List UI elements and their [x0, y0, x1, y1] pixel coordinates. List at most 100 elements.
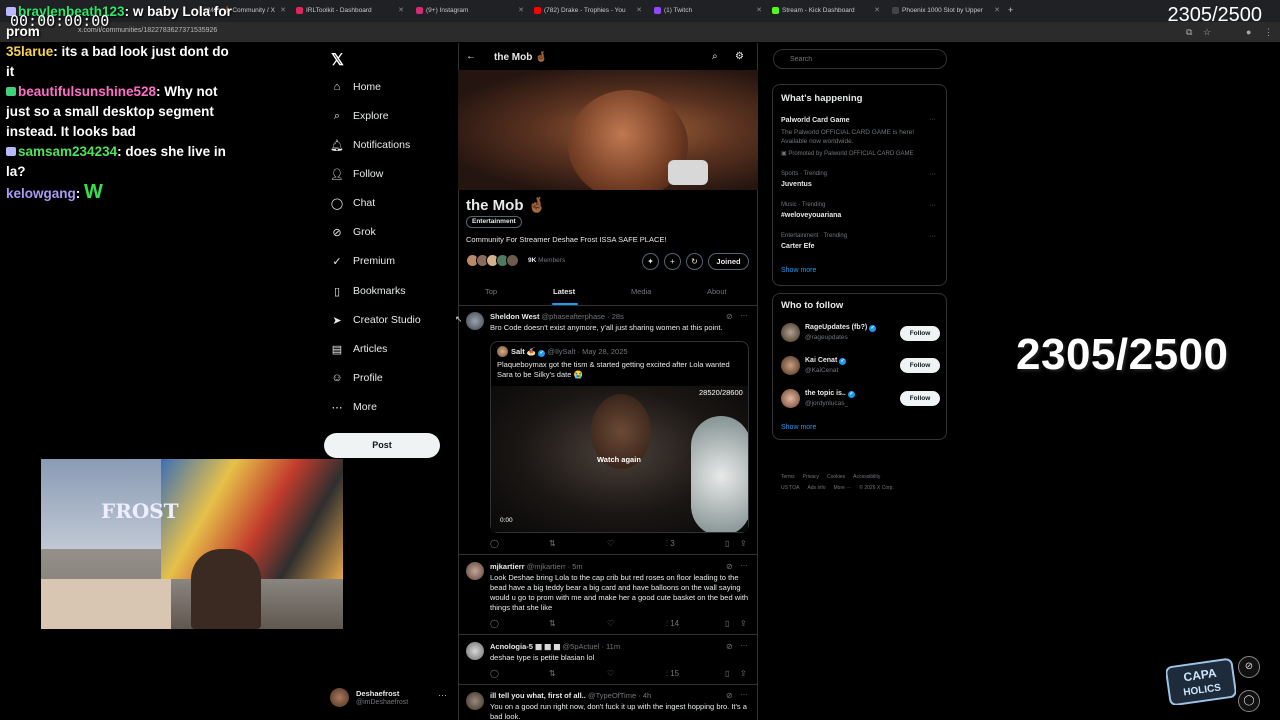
follow-button[interactable]: Follow	[900, 326, 940, 341]
nav-creator-studio[interactable]: ➤ Creator Studio	[330, 310, 420, 330]
watch-again-button[interactable]: Watch again	[597, 455, 641, 464]
x-logo-icon[interactable]: 𝕏	[331, 50, 344, 70]
account-name[interactable]: Deshaefrost	[356, 689, 399, 698]
post-author[interactable]: ill tell you what, first of all.. @TypeO…	[490, 691, 651, 700]
post-button[interactable]: Post	[324, 433, 440, 458]
views-icon[interactable]: ⫶ 15	[666, 669, 679, 679]
menu-icon[interactable]: ⋮	[1264, 27, 1273, 37]
messages-icon[interactable]: ◯	[1238, 690, 1260, 712]
nav-home[interactable]: ⌂ Home	[330, 77, 381, 97]
views-icon[interactable]: ⫶ 3	[666, 539, 675, 549]
repost-icon[interactable]: ⇅	[549, 539, 556, 548]
tab-media[interactable]: Media	[631, 287, 651, 296]
avatar[interactable]	[466, 312, 484, 330]
trend-name[interactable]: Juventus	[781, 181, 812, 188]
share-icon[interactable]: ⇪	[740, 669, 747, 678]
nav-follow[interactable]: 👤︎ Follow	[330, 164, 383, 184]
views-icon[interactable]: ⫶ 14	[666, 619, 679, 629]
reply-icon[interactable]: ◯	[490, 669, 499, 678]
browser-tab[interactable]: (782) Drake - Trophies - You ✕	[532, 3, 642, 19]
tab-top[interactable]: Top	[485, 287, 497, 296]
share-icon[interactable]: ⇪	[740, 619, 747, 628]
trend-name[interactable]: Carter Efe	[781, 243, 814, 250]
trend-name[interactable]: Palworld Card Game	[781, 117, 849, 124]
show-more-link[interactable]: Show more	[781, 424, 816, 431]
grok-float-icon[interactable]: ⊘	[1238, 656, 1260, 678]
pin-icon[interactable]: ✦	[642, 253, 659, 270]
nav-more[interactable]: ⋯ More	[330, 397, 377, 417]
member-count[interactable]: 9K Members	[528, 257, 565, 264]
joined-button[interactable]: Joined	[708, 253, 749, 270]
more-options-icon[interactable]: ···	[929, 116, 936, 123]
close-icon[interactable]: ✕	[636, 3, 642, 19]
more-options-icon[interactable]: ···	[438, 690, 447, 700]
install-icon[interactable]: ⧉	[1186, 27, 1192, 37]
like-icon[interactable]: ♡	[607, 619, 614, 628]
nav-premium[interactable]: ✓ Premium	[330, 251, 395, 271]
nav-explore[interactable]: ⌕ Explore	[330, 106, 389, 126]
nav-profile[interactable]: ☺ Profile	[330, 368, 382, 388]
browser-tab[interactable]: (9+) Instagram ✕	[414, 3, 524, 19]
share-icon[interactable]: ↻	[686, 253, 703, 270]
close-icon[interactable]: ✕	[994, 3, 1000, 19]
bookmark-icon[interactable]: ▯	[725, 539, 729, 548]
more-options-icon[interactable]: ···	[929, 233, 936, 240]
close-icon[interactable]: ✕	[874, 3, 880, 19]
footer-link[interactable]: Accessibility	[853, 474, 880, 480]
footer-link[interactable]: Cookies	[827, 474, 845, 480]
close-icon[interactable]: ✕	[518, 3, 524, 19]
reply-icon[interactable]: ◯	[490, 539, 499, 548]
follow-suggestion-name[interactable]: Kai Cenat ✓	[805, 357, 847, 365]
grok-icon[interactable]: ⊘	[726, 642, 733, 651]
footer-link[interactable]: US TOA	[781, 485, 799, 491]
member-avatar[interactable]	[506, 254, 519, 267]
profile-icon[interactable]: ●	[1246, 27, 1251, 37]
new-tab-icon[interactable]: +	[1008, 5, 1013, 15]
footer-link[interactable]: More ···	[834, 485, 852, 491]
follow-suggestion-name[interactable]: RageUpdates (fb?) ✓	[805, 324, 877, 332]
tab-about[interactable]: About	[707, 287, 727, 296]
trend-name[interactable]: #weloveyouariana	[781, 212, 841, 219]
avatar[interactable]	[781, 356, 800, 375]
close-icon[interactable]: ✕	[756, 3, 762, 19]
more-options-icon[interactable]: ···	[929, 202, 936, 209]
share-icon[interactable]: ⇪	[740, 539, 747, 548]
post-author[interactable]: Acnologia-5 ▦ ▦ ▦ @5pActuel · 11m	[490, 642, 620, 651]
avatar[interactable]	[466, 562, 484, 580]
nav-notifications[interactable]: 🔔︎ Notifications	[330, 135, 410, 155]
repost-icon[interactable]: ⇅	[549, 619, 556, 628]
more-options-icon[interactable]: ···	[740, 690, 748, 699]
back-arrow-icon[interactable]: ←	[466, 51, 476, 62]
more-options-icon[interactable]: ···	[740, 641, 748, 650]
nav-chat[interactable]: ◯ Chat	[330, 193, 375, 213]
repost-icon[interactable]: ⇅	[549, 669, 556, 678]
browser-tab[interactable]: Stream - Kick Dashboard ✕	[770, 3, 880, 19]
settings-icon[interactable]: ⚙	[735, 51, 744, 62]
avatar[interactable]	[466, 642, 484, 660]
avatar[interactable]	[466, 692, 484, 710]
follow-suggestion-name[interactable]: the topic is.. ✓	[805, 390, 855, 398]
star-icon[interactable]: ☆	[1203, 27, 1211, 37]
search-icon[interactable]: ⌕	[712, 51, 718, 62]
avatar[interactable]	[330, 688, 349, 707]
invite-icon[interactable]: +	[664, 253, 681, 270]
avatar[interactable]	[781, 389, 800, 408]
bookmark-icon[interactable]: ▯	[725, 619, 729, 628]
close-icon[interactable]: ✕	[280, 3, 286, 19]
search-input[interactable]	[773, 49, 947, 69]
browser-tab[interactable]: IRLToolkit - Dashboard ✕	[294, 3, 404, 19]
browser-tab[interactable]: (1) Twitch ✕	[652, 3, 762, 19]
show-more-link[interactable]: Show more	[781, 267, 816, 274]
close-icon[interactable]: ✕	[398, 3, 404, 19]
grok-icon[interactable]: ⊘	[726, 312, 733, 321]
more-options-icon[interactable]: ···	[740, 561, 748, 570]
nav-articles[interactable]: ▤ Articles	[330, 339, 388, 359]
tab-latest[interactable]: Latest	[553, 287, 575, 296]
grok-icon[interactable]: ⊘	[726, 691, 733, 700]
footer-link[interactable]: Terms	[781, 474, 795, 480]
like-icon[interactable]: ♡	[607, 539, 614, 548]
category-pill[interactable]: Entertainment	[466, 216, 522, 228]
more-options-icon[interactable]: ···	[740, 311, 748, 320]
nav-grok[interactable]: ⊘ Grok	[330, 222, 375, 242]
post-author[interactable]: mjkartierr @mjkartierr · 5m	[490, 562, 583, 571]
